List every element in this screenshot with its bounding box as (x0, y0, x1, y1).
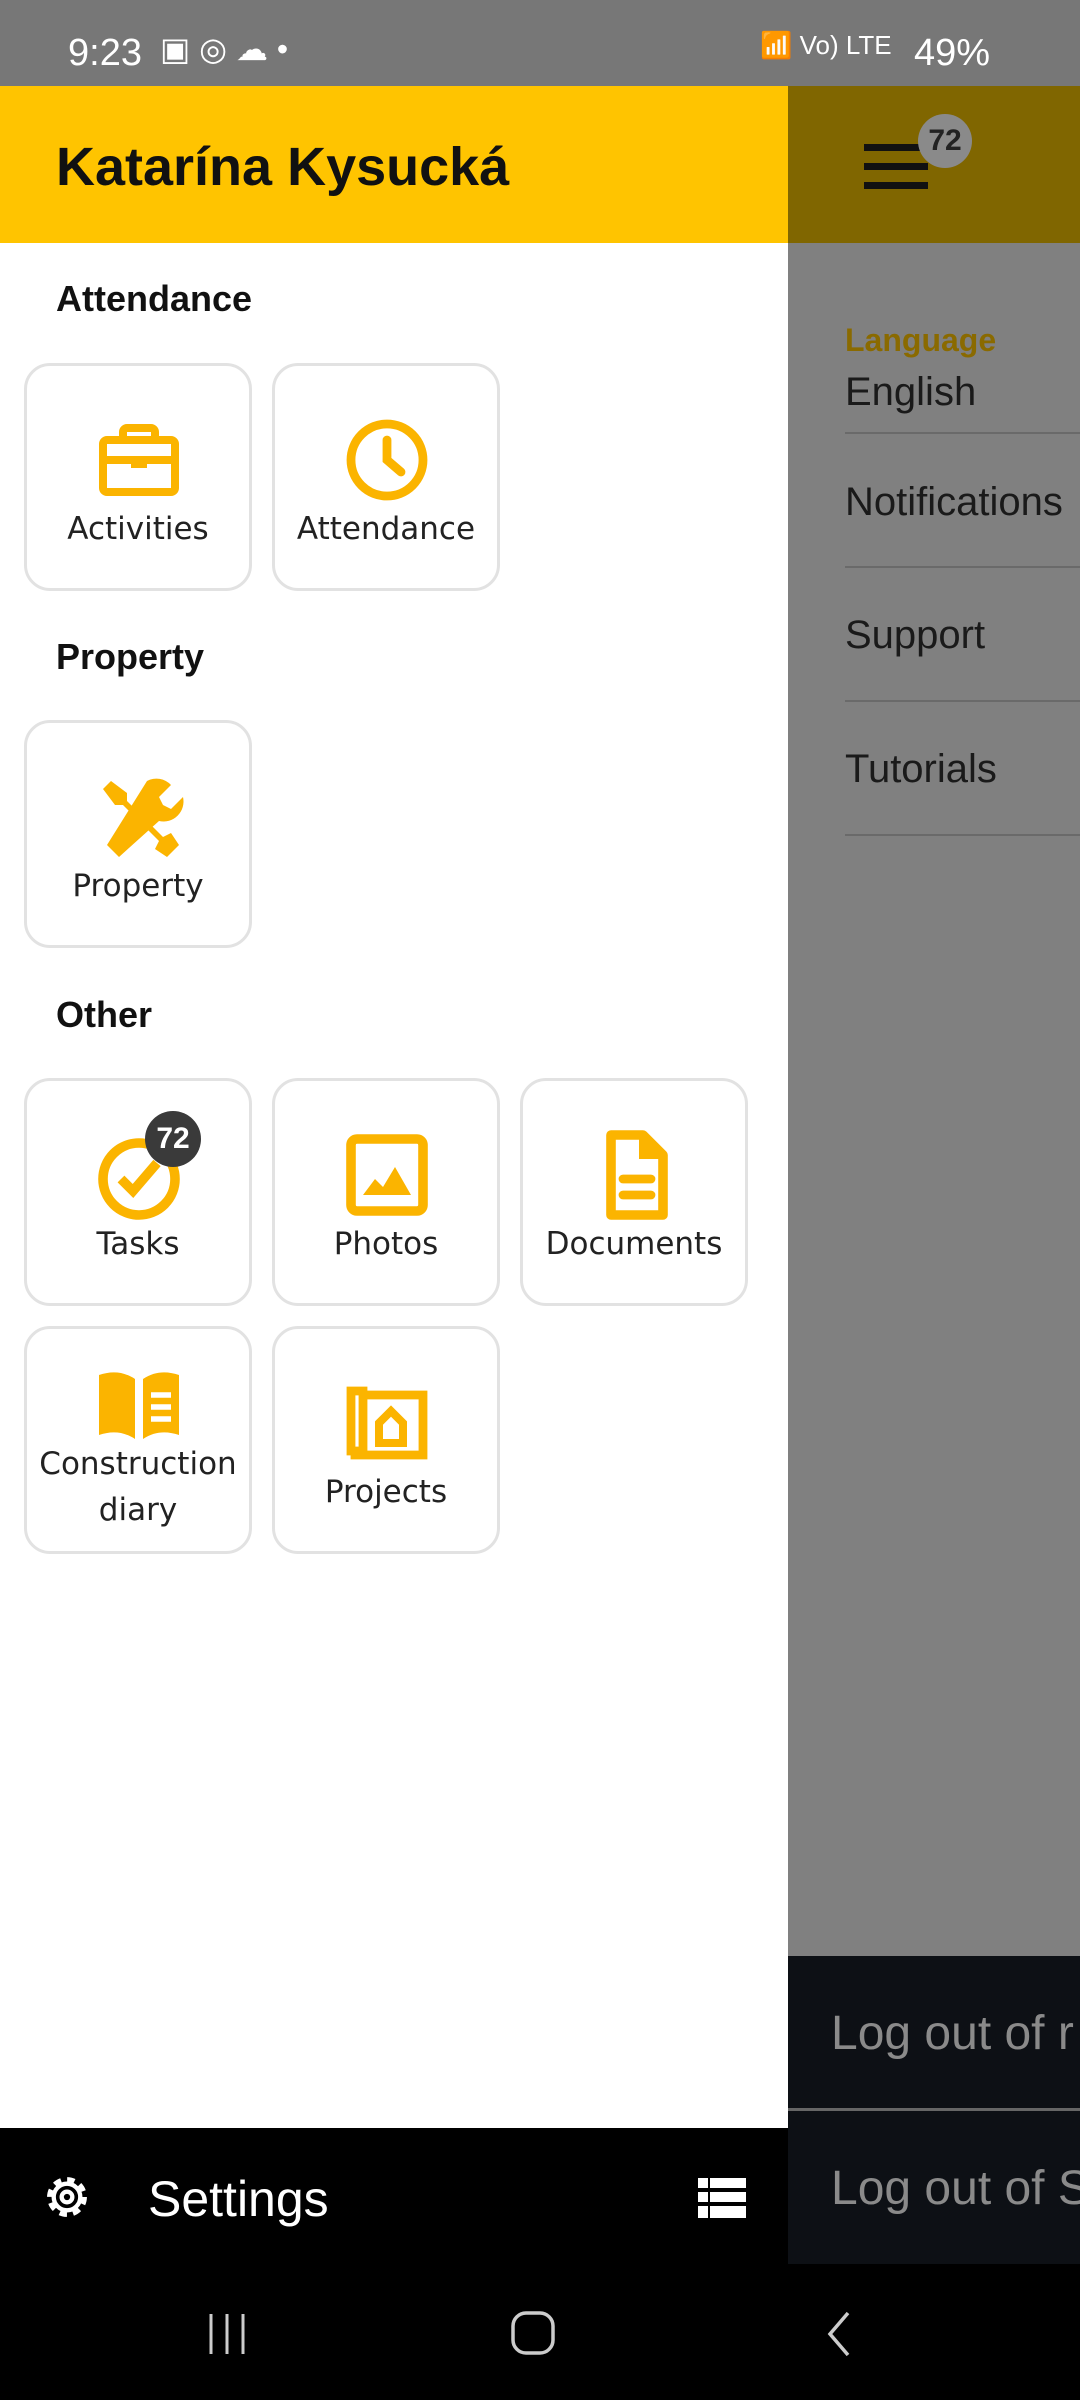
drawer-header: Katarína Kysucká (0, 86, 788, 243)
tools-icon (103, 778, 184, 857)
tile-projects[interactable]: Projects (272, 1326, 500, 1554)
image-icon (346, 1134, 428, 1216)
logout-button-1[interactable]: Log out of r (831, 2006, 1074, 2061)
battery-level: 49% (913, 32, 990, 74)
divider (845, 566, 1080, 568)
divider (845, 432, 1080, 434)
tile-label: Activities (67, 511, 209, 547)
home-icon[interactable] (510, 2310, 556, 2356)
list-view-icon[interactable] (698, 2178, 746, 2218)
logout-panel: Log out of r Log out of S (788, 1956, 1080, 2264)
tile-label: Photos (333, 1226, 439, 1262)
divider (845, 834, 1080, 836)
back-icon[interactable] (824, 2310, 854, 2358)
user-name: Katarína Kysucká (56, 137, 510, 197)
tile-label: Documents (545, 1226, 723, 1262)
clock-icon (346, 419, 428, 501)
navigation-drawer: Katarína Kysucká Attendance Activities A… (0, 86, 788, 2128)
tile-photos[interactable]: Photos (272, 1078, 500, 1306)
status-bar: 9:23 ▣ ◎ ☁ • 📶 Vo) LTE 49% (0, 0, 1080, 86)
language-value[interactable]: English (845, 370, 976, 415)
divider (788, 2108, 1080, 2111)
support-item[interactable]: Support (845, 613, 985, 658)
tile-label: Attendance (296, 511, 476, 547)
system-navigation-bar (0, 2264, 1080, 2400)
section-title-attendance: Attendance (56, 278, 253, 319)
tile-label: Tasks (96, 1226, 180, 1262)
blueprint-icon (346, 1386, 428, 1460)
drawer-footer: Settings (0, 2128, 788, 2264)
tile-label: Construction diary (39, 1446, 237, 1528)
status-time: 9:23 (68, 32, 142, 74)
tile-label: Projects (324, 1474, 448, 1510)
briefcase-icon (99, 424, 179, 496)
language-label: Language (845, 322, 997, 358)
tutorials-item[interactable]: Tutorials (845, 747, 997, 792)
wifi-signal-icons: 📶 Vo) LTE (760, 30, 892, 60)
background-header: 72 (788, 86, 1080, 243)
notification-icons: ▣ ◎ ☁ • (160, 31, 289, 67)
menu-badge: 72 (918, 114, 972, 168)
divider (845, 700, 1080, 702)
logout-button-2[interactable]: Log out of S (831, 2161, 1080, 2216)
tile-documents[interactable]: Documents (520, 1078, 748, 1306)
background-screen: 72 Language English Notifications Suppor… (788, 86, 1080, 2264)
document-icon (606, 1130, 668, 1220)
tile-construction-diary[interactable]: Construction diary (24, 1326, 252, 1554)
gear-icon[interactable] (38, 2168, 96, 2226)
tasks-badge: 72 (145, 1111, 201, 1167)
section-title-other: Other (56, 994, 153, 1035)
notifications-item[interactable]: Notifications (845, 480, 1063, 525)
tile-property[interactable]: Property (24, 720, 252, 948)
recent-apps-icon[interactable] (205, 2312, 249, 2356)
tile-label: Property (72, 868, 204, 904)
settings-button[interactable]: Settings (148, 2170, 329, 2228)
tile-attendance[interactable]: Attendance (272, 363, 500, 591)
menu-icon[interactable] (864, 144, 928, 189)
section-title-property: Property (56, 636, 205, 677)
tile-activities[interactable]: Activities (24, 363, 252, 591)
tile-tasks[interactable]: 72 Tasks (24, 1078, 252, 1306)
